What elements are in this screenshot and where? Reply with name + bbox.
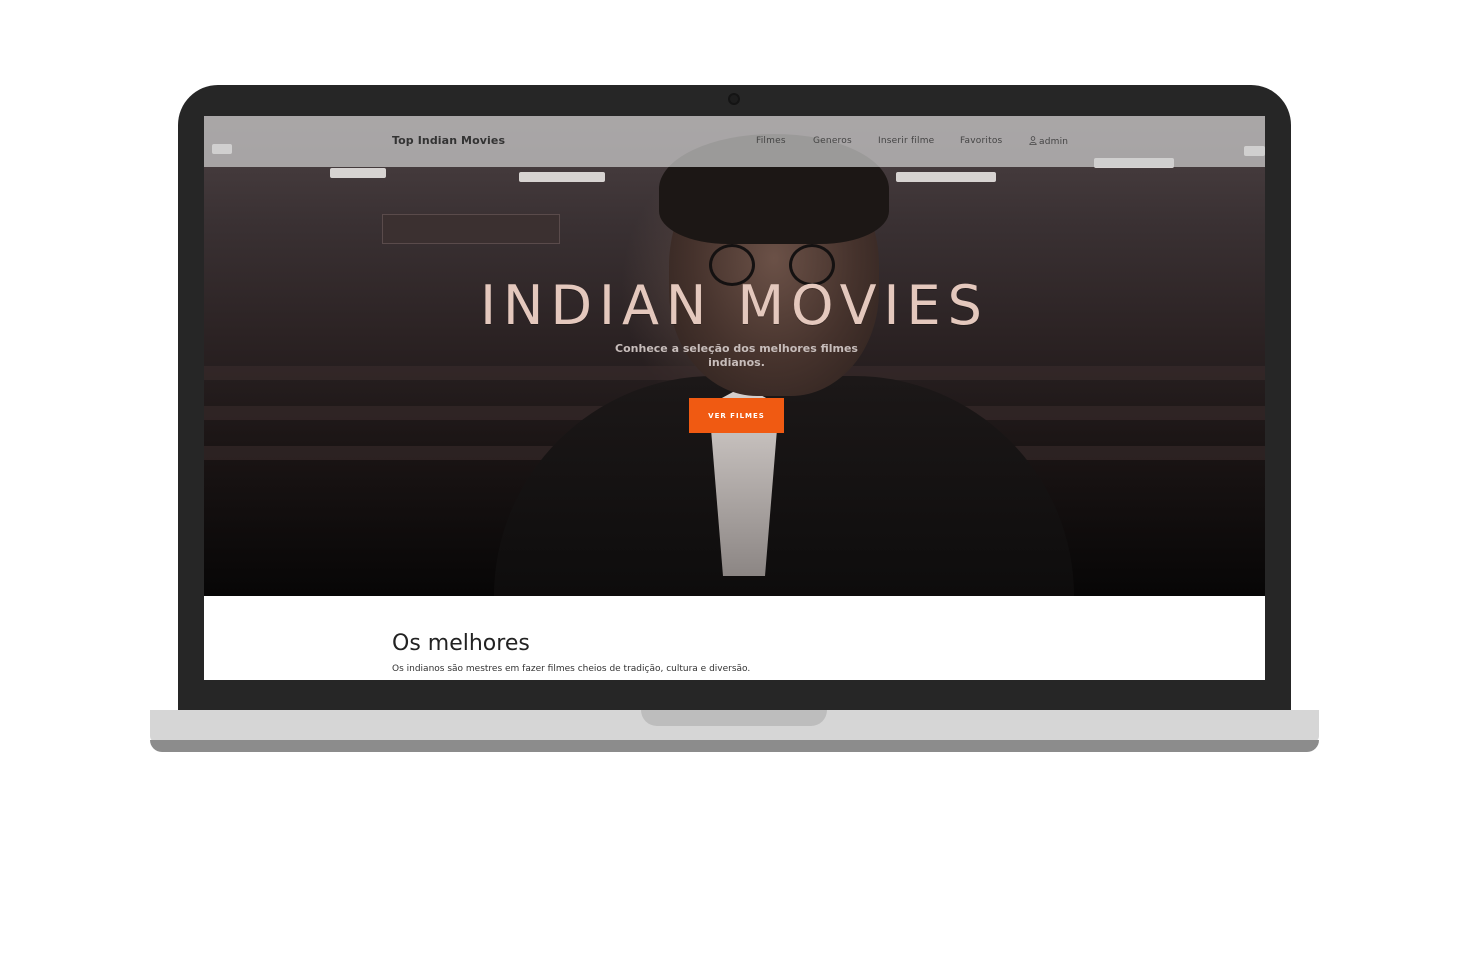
camera-icon: [728, 93, 740, 105]
laptop-notch: [641, 710, 827, 726]
nav-links: Filmes Generos Inserir filme Favoritos a…: [204, 136, 1265, 150]
wall-sign: [382, 214, 560, 244]
nav-link-favoritos[interactable]: Favoritos: [960, 136, 1002, 146]
nav-user-label: admin: [1039, 137, 1069, 147]
laptop-base-edge: [150, 740, 1319, 752]
user-icon: [1029, 136, 1037, 145]
nav-user-admin[interactable]: admin: [1029, 136, 1068, 147]
ceiling-light: [519, 172, 605, 182]
content-section: Os melhores Os indianos são mestres em f…: [204, 596, 1265, 680]
ceiling-light: [330, 168, 386, 178]
top-navbar: Top Indian Movies Filmes Generos Inserir…: [204, 116, 1265, 167]
hero-subtitle: Conhece a seleção dos melhores filmes in…: [615, 342, 858, 369]
section-title: Os melhores: [392, 631, 530, 656]
section-text: Os indianos são mestres em fazer filmes …: [392, 664, 751, 674]
screen: INDIAN MOVIES Conhece a seleção dos melh…: [204, 116, 1265, 680]
nav-link-inserir-filme[interactable]: Inserir filme: [878, 136, 934, 146]
hero-title: INDIAN MOVIES: [480, 274, 989, 337]
nav-link-filmes[interactable]: Filmes: [756, 136, 786, 146]
hero-section: INDIAN MOVIES Conhece a seleção dos melh…: [204, 116, 1265, 636]
nav-link-generos[interactable]: Generos: [813, 136, 852, 146]
ceiling-light: [896, 172, 996, 182]
ver-filmes-button[interactable]: VER FILMES: [689, 398, 784, 433]
